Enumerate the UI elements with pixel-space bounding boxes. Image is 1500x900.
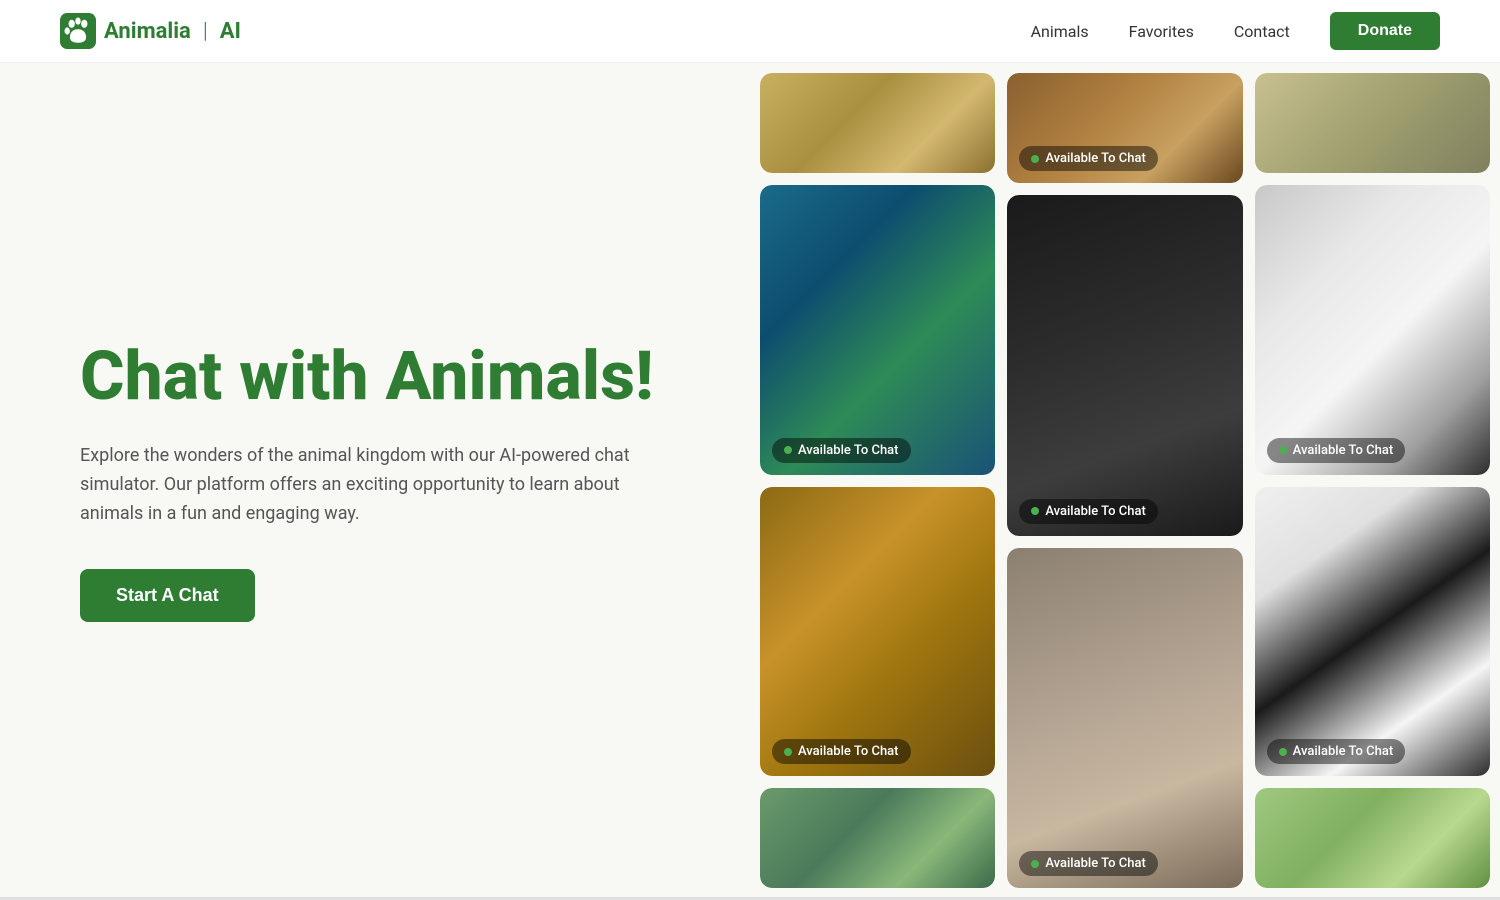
nav-contact[interactable]: Contact — [1234, 22, 1290, 41]
animal-image-sandy — [760, 73, 995, 173]
logo-ai: AI — [220, 19, 241, 44]
nav-favorites[interactable]: Favorites — [1129, 22, 1194, 41]
logo-divider: | — [203, 19, 208, 44]
available-label-owl: Available To Chat — [1045, 856, 1146, 871]
hero-description: Explore the wonders of the animal kingdo… — [80, 442, 640, 528]
available-label-eagle: Available To Chat — [1293, 443, 1394, 458]
animal-card-lion[interactable]: Available To Chat — [760, 487, 995, 777]
animal-image-bear — [1007, 195, 1242, 536]
status-dot-lion — [784, 748, 792, 756]
hero-title: Chat with Animals! — [80, 339, 680, 414]
donate-button[interactable]: Donate — [1330, 12, 1440, 50]
animal-card-top2[interactable]: Available To Chat — [1007, 73, 1242, 183]
animal-card-turtle[interactable]: Available To Chat — [760, 185, 995, 475]
navbar: Animalia | AI Animals Favorites Contact … — [0, 0, 1500, 63]
animal-grid: Available To Chat Available To Chat A — [760, 63, 1500, 898]
animal-card-sandy[interactable] — [760, 73, 995, 173]
animal-image-bottom3 — [1255, 788, 1490, 888]
animal-image-green — [760, 788, 995, 888]
status-dot-eagle — [1279, 446, 1287, 454]
status-dot-turtle — [784, 446, 792, 454]
animal-image-owl — [1007, 548, 1242, 889]
available-badge-top2: Available To Chat — [1019, 146, 1158, 171]
available-badge-lion: Available To Chat — [772, 739, 911, 764]
animal-card-bear[interactable]: Available To Chat — [1007, 195, 1242, 536]
animal-card-eagle[interactable]: Available To Chat — [1255, 185, 1490, 475]
nav-links: Animals Favorites Contact Donate — [1031, 12, 1440, 50]
animal-card-green[interactable] — [760, 788, 995, 888]
available-badge-turtle: Available To Chat — [772, 438, 911, 463]
animal-card-panda[interactable]: Available To Chat — [1255, 487, 1490, 777]
available-label-bear: Available To Chat — [1045, 504, 1146, 519]
animal-card-top3[interactable] — [1255, 73, 1490, 173]
animal-image-turtle — [760, 185, 995, 475]
available-badge-eagle: Available To Chat — [1267, 438, 1406, 463]
available-label-turtle: Available To Chat — [798, 443, 899, 458]
available-badge-panda: Available To Chat — [1267, 739, 1406, 764]
status-dot-bear — [1031, 507, 1039, 515]
available-badge-owl: Available To Chat — [1019, 851, 1158, 876]
nav-animals[interactable]: Animals — [1031, 22, 1089, 41]
grid-column-1: Available To Chat Available To Chat — [760, 73, 995, 888]
grid-column-3: Available To Chat Available To Chat — [1255, 73, 1490, 888]
start-chat-button[interactable]: Start A Chat — [80, 569, 255, 622]
animal-image-eagle — [1255, 185, 1490, 475]
animal-image-top3 — [1255, 73, 1490, 173]
animal-image-lion — [760, 487, 995, 777]
grid-column-2: Available To Chat Available To Chat Avai… — [1007, 73, 1242, 888]
status-dot-owl — [1031, 860, 1039, 868]
available-badge-bear: Available To Chat — [1019, 499, 1158, 524]
main-content: Chat with Animals! Explore the wonders o… — [0, 63, 1500, 898]
available-label-lion: Available To Chat — [798, 744, 899, 759]
animal-image-panda — [1255, 487, 1490, 777]
status-dot-panda — [1279, 748, 1287, 756]
available-label-panda: Available To Chat — [1293, 744, 1394, 759]
logo[interactable]: Animalia | AI — [60, 13, 241, 49]
animal-card-bottom3[interactable] — [1255, 788, 1490, 888]
logo-text: Animalia — [104, 19, 191, 44]
animal-card-owl[interactable]: Available To Chat — [1007, 548, 1242, 889]
paw-icon — [60, 13, 96, 49]
status-dot-top2 — [1031, 155, 1039, 163]
available-label-top2: Available To Chat — [1045, 151, 1146, 166]
hero-section: Chat with Animals! Explore the wonders o… — [0, 63, 760, 898]
